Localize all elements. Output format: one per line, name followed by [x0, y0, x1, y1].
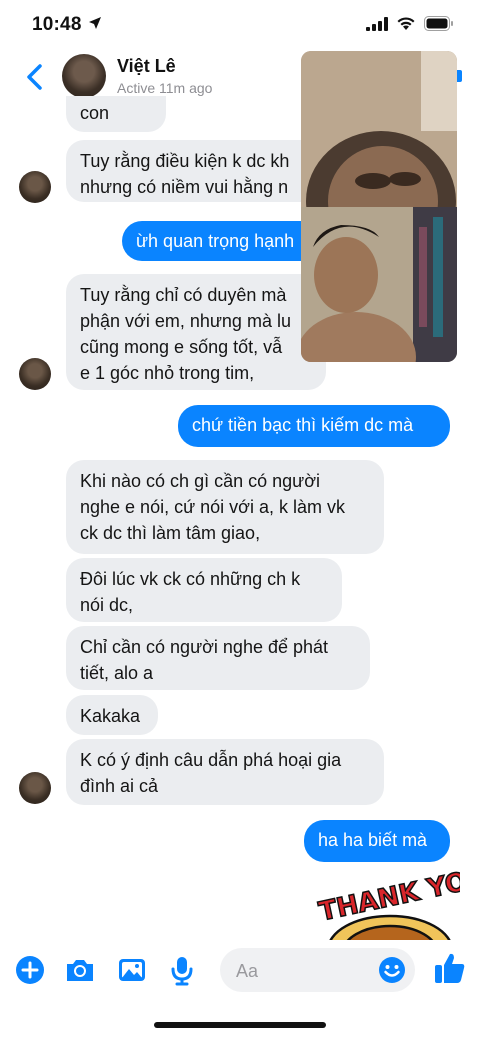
sender-avatar[interactable] — [19, 171, 51, 203]
message-text: K có ý định câu dẫn phá hoại gia đình ai… — [80, 750, 342, 796]
message-text: Khi nào có ch gì cần có người nghe e nói… — [80, 471, 345, 543]
wifi-icon — [397, 17, 415, 30]
plus-icon[interactable] — [14, 954, 46, 986]
sender-avatar[interactable] — [19, 772, 51, 804]
thank-you-sticker[interactable]: THANK YOU — [310, 870, 460, 940]
sticker-image: THANK YOU — [316, 870, 460, 940]
active-status: Active 11m ago — [117, 80, 213, 96]
self-video-feed — [301, 207, 457, 362]
microphone-icon[interactable] — [166, 954, 198, 986]
thumbs-up-icon[interactable] — [433, 950, 467, 986]
message-text: Tuy rằng chỉ có duyên mà phận với em, nh… — [80, 285, 291, 383]
message-bubble-incoming[interactable]: Khi nào có ch gì cần có người nghe e nói… — [66, 460, 384, 554]
back-chevron-icon — [27, 64, 42, 90]
message-bubble-incoming[interactable]: K có ý định câu dẫn phá hoại gia đình ai… — [66, 739, 384, 805]
contact-avatar[interactable] — [62, 54, 106, 98]
message-text: Tuy rằng điều kiện k dc kh nhưng có niềm… — [80, 151, 290, 197]
message-text: ừh quan trọng hạnh — [136, 231, 295, 251]
message-text: chứ tiền bạc thì kiếm dc mà — [192, 415, 414, 435]
battery-icon — [424, 16, 453, 31]
message-input[interactable] — [234, 958, 368, 984]
message-text: con — [80, 103, 110, 123]
signal-icon — [366, 16, 388, 31]
message-text: Đôi lúc vk ck có những ch k nói dc, — [80, 569, 301, 615]
message-bubble-incoming[interactable]: Tuy rằng điều kiện k dc kh nhưng có niềm… — [66, 140, 326, 202]
message-bubble-incoming[interactable]: Tuy rằng chỉ có duyên mà phận với em, nh… — [66, 274, 326, 390]
gallery-icon[interactable] — [116, 954, 148, 986]
status-bar: 10:48 — [0, 0, 480, 50]
message-text: Chỉ cần có người nghe để phát tiết, alo … — [80, 637, 329, 683]
back-button[interactable] — [20, 60, 50, 94]
message-bubble-incoming[interactable]: Đôi lúc vk ck có những ch k nói dc, — [66, 558, 342, 622]
message-text: Kakaka — [80, 706, 141, 726]
message-bubble-incoming[interactable]: con — [66, 96, 166, 132]
location-arrow-icon — [89, 17, 101, 29]
emoji-icon[interactable] — [377, 955, 407, 985]
message-input-pill — [220, 948, 415, 992]
message-bubble-incoming[interactable]: Chỉ cần có người nghe để phát tiết, alo … — [66, 626, 370, 690]
message-bubble-outgoing[interactable]: ừh quan trọng hạnh — [122, 221, 322, 261]
message-text: ha ha biết mà — [318, 830, 428, 850]
message-composer — [0, 940, 480, 1000]
self-video-image — [301, 207, 457, 362]
contact-name[interactable]: Việt Lê — [117, 56, 176, 77]
message-bubble-outgoing[interactable]: ha ha biết mà — [304, 820, 450, 862]
sender-avatar[interactable] — [19, 358, 51, 390]
remote-video-image — [301, 51, 457, 271]
home-indicator — [154, 1022, 326, 1028]
video-call-overlay[interactable] — [301, 51, 457, 362]
remote-video-feed — [301, 51, 457, 271]
camera-icon[interactable] — [64, 954, 96, 986]
message-bubble-outgoing[interactable]: chứ tiền bạc thì kiếm dc mà — [178, 405, 450, 447]
message-bubble-incoming[interactable]: Kakaka — [66, 695, 158, 735]
status-time: 10:48 — [32, 14, 82, 35]
